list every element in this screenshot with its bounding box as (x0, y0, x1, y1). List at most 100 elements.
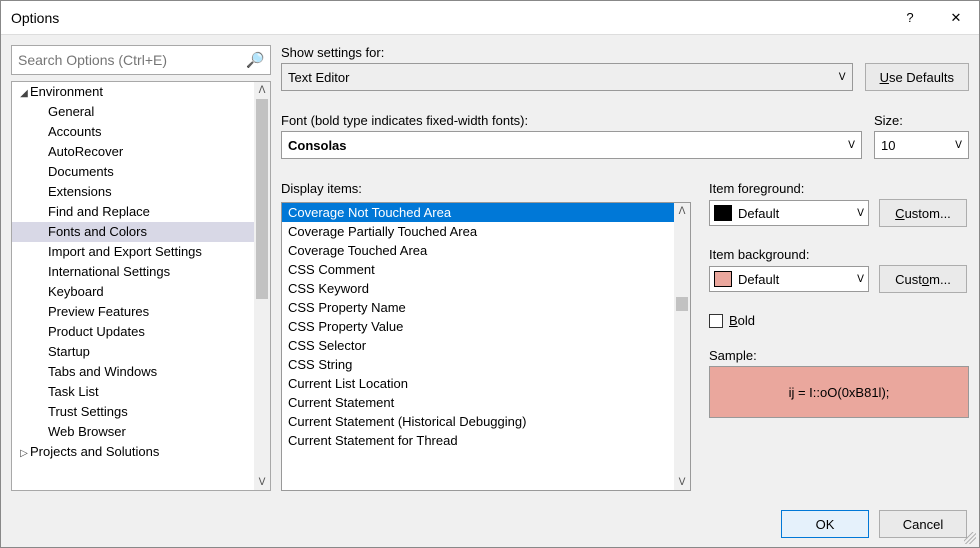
tree-item-label: Extensions (48, 184, 112, 199)
search-container: 🔍 (11, 45, 271, 75)
scroll-up-icon[interactable]: ᐱ (254, 82, 270, 98)
help-icon: ? (906, 10, 913, 25)
display-items-label: Display items: (281, 181, 691, 196)
font-value: Consolas (288, 138, 347, 153)
tree-item[interactable]: General (12, 102, 254, 122)
options-dialog: Options ? ✕ 🔍 ◢EnvironmentGeneralAccount… (0, 0, 980, 548)
scroll-down-icon[interactable]: ᐯ (674, 474, 690, 490)
scroll-down-icon[interactable]: ᐯ (254, 474, 270, 490)
display-item[interactable]: CSS Selector (282, 336, 674, 355)
sample-text: ij = I::oO(0xB81l); (789, 385, 890, 400)
tree-item-label: Startup (48, 344, 90, 359)
titlebar: Options ? ✕ (1, 1, 979, 35)
tree-item[interactable]: Keyboard (12, 282, 254, 302)
options-tree: ◢EnvironmentGeneralAccountsAutoRecoverDo… (11, 81, 271, 491)
tree-item-label: Product Updates (48, 324, 145, 339)
tree-item[interactable]: Product Updates (12, 322, 254, 342)
tree-item[interactable]: Extensions (12, 182, 254, 202)
help-button[interactable]: ? (887, 1, 933, 35)
tree-item-label: Tabs and Windows (48, 364, 157, 379)
window-title: Options (11, 10, 887, 26)
bg-custom-button[interactable]: Custom... (879, 265, 967, 293)
tree-item-label: Web Browser (48, 424, 126, 439)
fg-custom-button[interactable]: Custom... (879, 199, 967, 227)
display-item[interactable]: Coverage Not Touched Area (282, 203, 674, 222)
tree-item-label: Accounts (48, 124, 101, 139)
tree-expander-icon[interactable]: ▷ (18, 444, 30, 462)
cancel-button[interactable]: Cancel (879, 510, 967, 538)
tree-item[interactable]: Web Browser (12, 422, 254, 442)
tree-item[interactable]: Fonts and Colors (12, 222, 254, 242)
scroll-thumb[interactable] (676, 297, 688, 311)
sample-label: Sample: (709, 348, 969, 363)
use-defaults-button[interactable]: Use Defaults (865, 63, 969, 91)
tree-item[interactable]: ◢Environment (12, 82, 254, 102)
search-input[interactable] (11, 45, 271, 75)
item-fg-dropdown[interactable]: Default ᐯ (709, 200, 869, 226)
items-scrollbar[interactable]: ᐱ ᐯ (674, 203, 690, 490)
checkbox-icon (709, 314, 723, 328)
tree-item[interactable]: International Settings (12, 262, 254, 282)
font-label: Font (bold type indicates fixed-width fo… (281, 113, 862, 128)
display-item[interactable]: CSS Keyword (282, 279, 674, 298)
tree-item[interactable]: AutoRecover (12, 142, 254, 162)
display-item[interactable]: Current Statement for Thread (282, 431, 674, 450)
tree-item[interactable]: Find and Replace (12, 202, 254, 222)
item-bg-label: Item background: (709, 247, 969, 262)
sample-preview: ij = I::oO(0xB81l); (709, 366, 969, 418)
tree-item[interactable]: Import and Export Settings (12, 242, 254, 262)
tree-item[interactable]: Tabs and Windows (12, 362, 254, 382)
display-items-listbox[interactable]: Coverage Not Touched AreaCoverage Partia… (281, 202, 691, 491)
tree-scrollbar[interactable]: ᐱ ᐯ (254, 82, 270, 490)
display-item[interactable]: CSS Comment (282, 260, 674, 279)
left-pane: 🔍 ◢EnvironmentGeneralAccountsAutoRecover… (11, 45, 271, 491)
display-item[interactable]: CSS Property Value (282, 317, 674, 336)
search-icon[interactable]: 🔍 (246, 51, 265, 69)
item-bg-dropdown[interactable]: Default ᐯ (709, 266, 869, 292)
tree-item[interactable]: Task List (12, 382, 254, 402)
show-settings-label: Show settings for: (281, 45, 853, 60)
display-item[interactable]: Current Statement (Historical Debugging) (282, 412, 674, 431)
tree-item-label: Task List (48, 384, 99, 399)
display-item[interactable]: Current Statement (282, 393, 674, 412)
chevron-down-icon: ᐯ (848, 140, 855, 151)
tree-expander-icon[interactable]: ◢ (18, 84, 30, 102)
display-item[interactable]: Coverage Partially Touched Area (282, 222, 674, 241)
tree-item[interactable]: Startup (12, 342, 254, 362)
scroll-up-icon[interactable]: ᐱ (674, 203, 690, 219)
display-item[interactable]: Current List Location (282, 374, 674, 393)
chevron-down-icon: ᐯ (857, 274, 864, 285)
bold-checkbox[interactable]: Bold (709, 313, 969, 328)
display-item[interactable]: CSS Property Name (282, 298, 674, 317)
tree-item[interactable]: Accounts (12, 122, 254, 142)
item-fg-label: Item foreground: (709, 181, 969, 196)
chevron-down-icon: ᐯ (955, 140, 962, 151)
size-dropdown[interactable]: 10 ᐯ (874, 131, 969, 159)
tree-item-label: Environment (30, 84, 103, 99)
display-item[interactable]: CSS String (282, 355, 674, 374)
bg-value: Default (738, 272, 779, 287)
tree-item[interactable]: Preview Features (12, 302, 254, 322)
size-label: Size: (874, 113, 969, 128)
tree-item[interactable]: Trust Settings (12, 402, 254, 422)
tree-item-label: Preview Features (48, 304, 149, 319)
tree-item[interactable]: ▷Projects and Solutions (12, 442, 254, 462)
tree-item-label: International Settings (48, 264, 170, 279)
ok-button[interactable]: OK (781, 510, 869, 538)
tree-item-label: Import and Export Settings (48, 244, 202, 259)
fg-value: Default (738, 206, 779, 221)
tree-item-label: Find and Replace (48, 204, 150, 219)
dialog-body: 🔍 ◢EnvironmentGeneralAccountsAutoRecover… (1, 35, 979, 501)
close-button[interactable]: ✕ (933, 1, 979, 35)
show-settings-dropdown[interactable]: Text Editor ᐯ (281, 63, 853, 91)
tree-item[interactable]: Documents (12, 162, 254, 182)
bg-swatch (714, 271, 732, 287)
chevron-down-icon: ᐯ (857, 208, 864, 219)
show-settings-value: Text Editor (288, 70, 349, 85)
font-dropdown[interactable]: Consolas ᐯ (281, 131, 862, 159)
scroll-thumb[interactable] (256, 99, 268, 299)
dialog-footer: OK Cancel (1, 501, 979, 547)
resize-grip-icon[interactable] (964, 532, 976, 544)
display-item[interactable]: Coverage Touched Area (282, 241, 674, 260)
tree-item-label: Projects and Solutions (30, 444, 159, 459)
